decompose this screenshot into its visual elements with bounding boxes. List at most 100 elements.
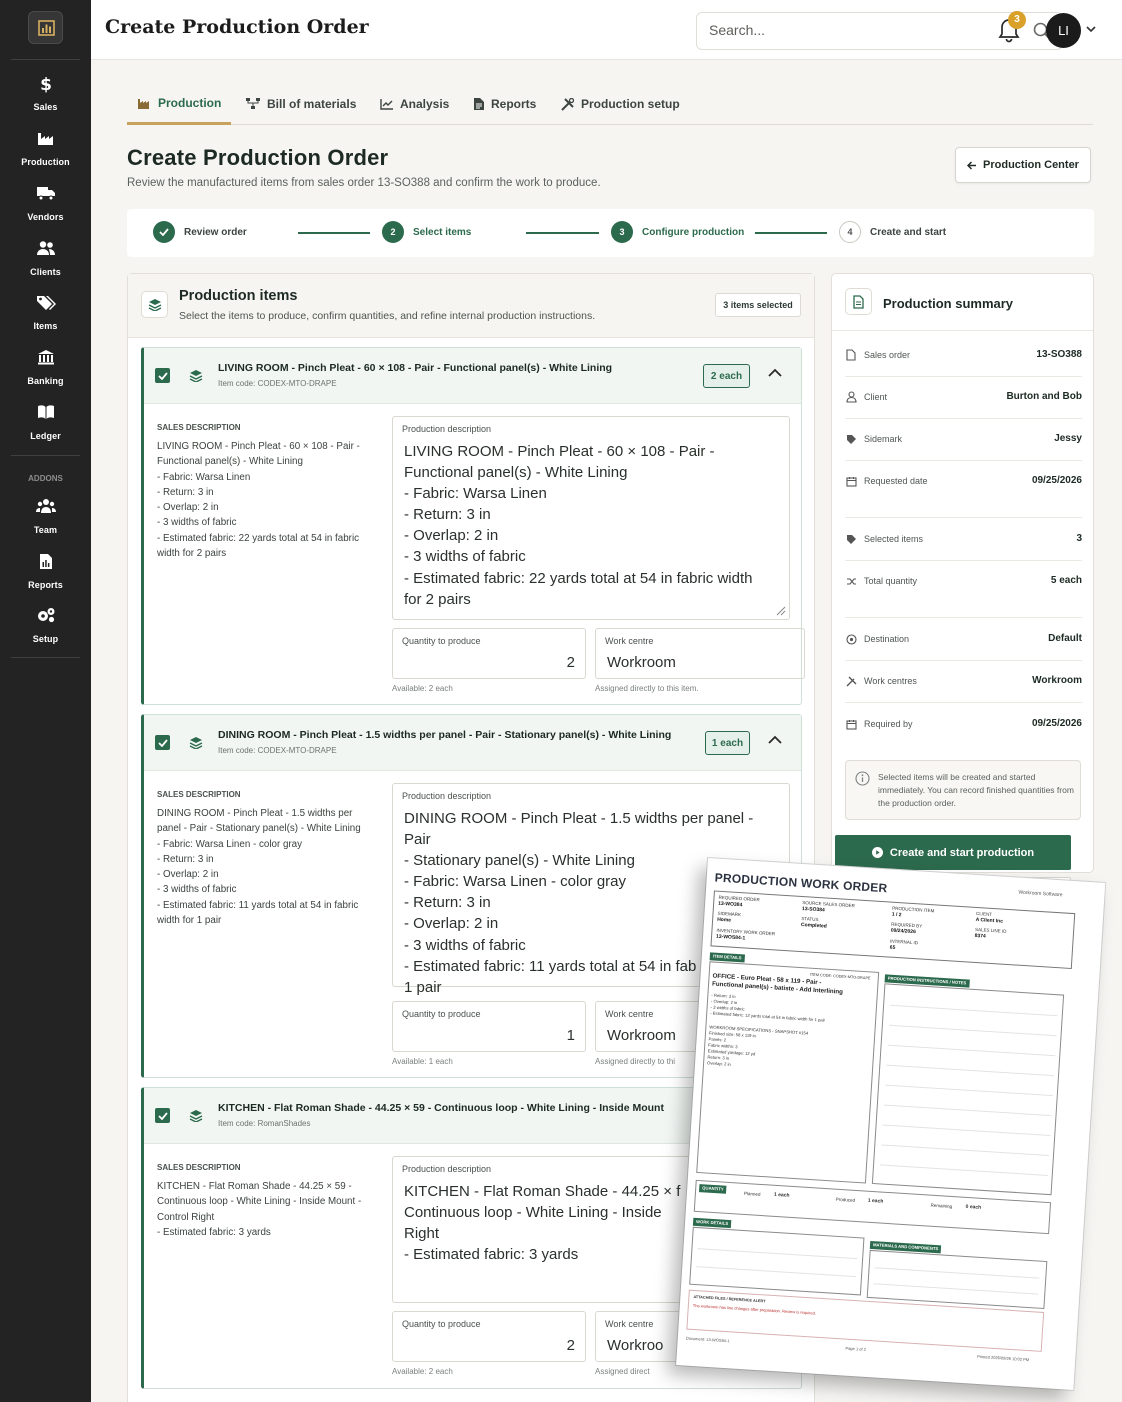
sidebar-item-vendors[interactable]: Vendors (0, 185, 91, 225)
work-centre-hint: Assigned directly to this item. (595, 684, 699, 693)
summary-key: Client (864, 392, 888, 402)
work-order-brand: Workroom Software (1018, 889, 1063, 899)
quantity-value[interactable]: 2 (567, 654, 575, 671)
grid-cell: STATUS Completed (800, 915, 827, 930)
tag-icon (845, 533, 857, 545)
production-description-text[interactable]: LIVING ROOM - Pinch Pleat - 60 × 108 - P… (404, 441, 782, 610)
item-header[interactable]: LIVING ROOM - Pinch Pleat - 60 × 108 - P… (144, 348, 801, 404)
summary-key: Selected items (864, 534, 924, 544)
chevron-up-icon[interactable] (768, 368, 782, 377)
create-and-start-button[interactable]: Create and start production (835, 835, 1071, 870)
work-centre-value[interactable]: Workroo (607, 1337, 663, 1354)
sidebar-item-clients[interactable]: Clients (0, 240, 91, 280)
quantity-field[interactable]: Quantity to produce 2 (392, 628, 586, 679)
sidebar-item-label: Vendors (27, 212, 64, 222)
app-logo[interactable] (28, 11, 63, 44)
sidebar-item-label: Clients (30, 267, 61, 277)
sidebar-item-reports[interactable]: Reports (0, 553, 91, 593)
item-checkbox[interactable] (155, 735, 170, 750)
summary-key: Required by (864, 719, 913, 729)
chart-logo-icon (38, 20, 55, 36)
grid-cell: INTERNAL ID 65 (889, 938, 919, 951)
summary-key: Requested date (864, 476, 928, 486)
target-icon (845, 633, 857, 645)
tab-analysis[interactable]: Analysis (380, 84, 449, 124)
gears-icon (36, 607, 56, 625)
sidebar-item-label: Sales (33, 102, 58, 112)
sidebar-item-sales[interactable]: $ Sales (0, 75, 91, 115)
step-select-items[interactable]: 2 Select items (382, 221, 471, 243)
sales-description-label: SALES DESCRIPTION (157, 1163, 241, 1172)
tab-production[interactable]: Production (127, 84, 231, 125)
work-centre-value[interactable]: Workroom (607, 654, 676, 671)
tab-production-setup[interactable]: Production setup (561, 84, 680, 124)
chevron-up-icon[interactable] (768, 735, 782, 744)
sidebar-item-banking[interactable]: Banking (0, 349, 91, 389)
work-centre-field[interactable]: Work centre Workroom (595, 628, 805, 679)
item-checkbox[interactable] (155, 1108, 170, 1123)
sidebar-item-items[interactable]: Items (0, 294, 91, 334)
quantity-value[interactable]: 1 (567, 1027, 575, 1044)
avatar[interactable]: LI (1046, 13, 1081, 48)
production-summary-title: Production summary (883, 296, 1014, 311)
quantity-field[interactable]: Quantity to produce 2 (392, 1311, 586, 1362)
sidebar-item-production[interactable]: Production (0, 130, 91, 170)
sidebar-item-ledger[interactable]: Ledger (0, 404, 91, 444)
item-checkbox[interactable] (155, 368, 170, 383)
document-icon (845, 349, 857, 361)
sidebar-item-team[interactable]: Team (0, 498, 91, 538)
step-number: 4 (839, 221, 861, 243)
item-header[interactable]: DINING ROOM - Pinch Pleat - 1.5 widths p… (144, 715, 801, 771)
step-review-order[interactable]: Review order (153, 221, 247, 243)
tab-bill-of-materials[interactable]: Bill of materials (246, 84, 356, 124)
summary-value: Jessy (1054, 433, 1082, 444)
truck-icon (36, 185, 56, 203)
quantity-field[interactable]: Quantity to produce 1 (392, 1001, 586, 1052)
summary-value: 5 each (1050, 575, 1082, 586)
production-description-label: Production description (402, 424, 492, 434)
sidebar-item-label: Ledger (30, 431, 61, 441)
resize-grip-icon[interactable] (776, 606, 786, 616)
svg-text:$: $ (40, 75, 52, 93)
hierarchy-icon (246, 98, 260, 110)
info-note-text: Selected items will be created and start… (878, 772, 1074, 808)
step-create-and-start[interactable]: 4 Create and start (839, 221, 946, 243)
instructions-box (871, 983, 1065, 1196)
materials-box (866, 1249, 1048, 1310)
bank-icon (36, 349, 56, 367)
factory-icon (36, 130, 56, 148)
item-name: KITCHEN - Flat Roman Shade - 44.25 × 59 … (218, 1102, 664, 1114)
production-description-field[interactable]: Production description LIVING ROOM - Pin… (392, 416, 790, 620)
work-order-footer-page: Page 1 of 2 (845, 1345, 867, 1352)
step-label: Review order (184, 226, 247, 238)
production-center-button[interactable]: Production Center (955, 147, 1091, 183)
tab-reports[interactable]: Reports (474, 84, 536, 124)
sidebar-item-setup[interactable]: Setup (0, 607, 91, 647)
dollar-icon: $ (36, 75, 56, 95)
quantity-value[interactable]: 2 (567, 1337, 575, 1354)
step-number: 3 (611, 221, 633, 243)
chevron-down-icon[interactable] (1086, 25, 1096, 33)
item-code: Item code: CODEX-MTO-DRAPE (218, 746, 337, 755)
summary-row-required-by: Required by 09/25/2026 (845, 704, 1082, 746)
summary-value: Default (1048, 633, 1082, 644)
step-configure-production[interactable]: 3 Configure production (611, 221, 744, 243)
search-input[interactable] (709, 22, 1009, 38)
summary-row-requested-date: Requested date 09/25/2026 (845, 461, 1082, 518)
play-icon (871, 847, 883, 858)
work-centre-value[interactable]: Workroom (607, 1027, 676, 1044)
module-tabs: Production Bill of materials Analysis Re… (127, 84, 1093, 125)
layers-icon (182, 729, 209, 756)
grid-cell: CLIENT A Client Inc (975, 910, 1004, 925)
summary-key: Sales order (864, 350, 911, 360)
step-label: Create and start (870, 226, 947, 238)
summary-value: 3 (1076, 533, 1082, 544)
notification-badge: 3 (1008, 11, 1026, 29)
check-icon (153, 221, 175, 243)
top-bar: Create Production Order 3 LI (91, 0, 1122, 60)
summary-value: 13-SO388 (1036, 349, 1082, 360)
line-chart-icon (380, 98, 393, 110)
grid-cell: SOURCE SALES ORDER 13-SO384 (801, 900, 855, 914)
summary-value: 09/25/2026 (1031, 475, 1082, 486)
summary-row-sidemark: Sidemark Jessy (845, 419, 1082, 461)
